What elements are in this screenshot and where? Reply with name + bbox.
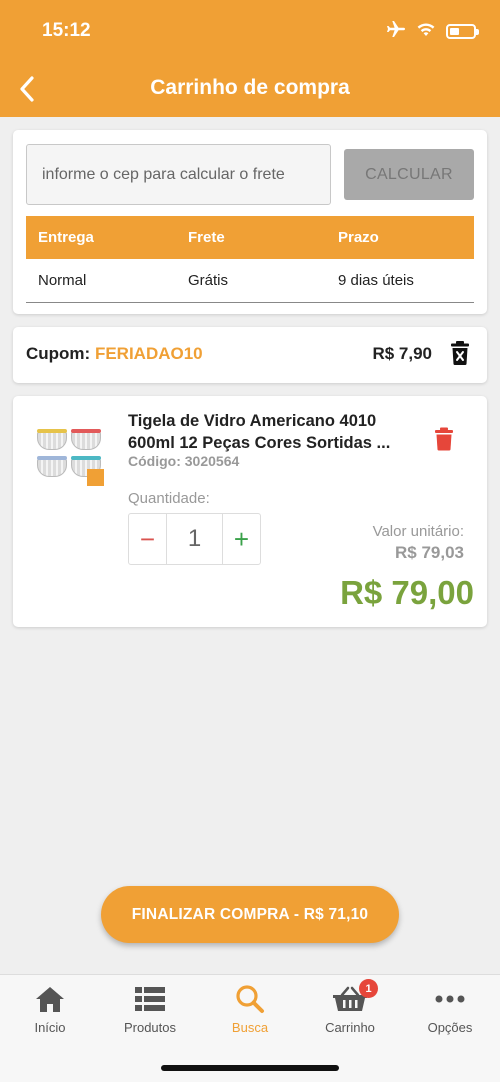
quantity-value[interactable]: 1 [167,514,222,564]
decrease-quantity-button[interactable]: − [129,514,167,564]
tab-carrinho[interactable]: 1 Carrinho [300,979,400,1041]
remove-coupon-button[interactable] [450,340,470,371]
tab-label: Opções [427,1020,473,1035]
wifi-icon [416,21,436,42]
cell-frete: Grátis [188,272,229,289]
airplane-icon [386,20,406,43]
tab-produtos[interactable]: Produtos [100,981,200,1041]
coupon-label-text: Cupom: [26,344,91,363]
more-icon [435,981,465,1017]
quantity-stepper: − 1 + [128,513,261,565]
column-header-entrega: Entrega [38,229,94,246]
home-indicator [161,1065,339,1071]
cart-badge: 1 [359,979,378,998]
unit-price-label: Valor unitário: [372,523,464,540]
tab-opcoes[interactable]: Opções [400,981,500,1041]
remove-item-button[interactable] [434,427,454,456]
product-code: Código: 3020564 [128,453,240,469]
shipping-card: CALCULAR Entrega Frete Prazo Normal Grát… [13,130,487,314]
tab-label: Carrinho [325,1020,375,1035]
cart-item-card: Tigela de Vidro Americano 4010 600ml 12 … [13,396,487,627]
cep-input[interactable] [26,144,331,205]
tab-inicio[interactable]: Início [0,981,100,1041]
tab-label: Busca [231,1020,269,1035]
basket-icon: 1 [332,979,378,1017]
product-name-line1[interactable]: Tigela de Vidro Americano 4010 [128,410,418,432]
page-title: Carrinho de compra [150,76,350,99]
list-icon [135,981,165,1017]
cell-prazo: 9 dias úteis [338,272,414,289]
quantity-label: Quantidade: [128,490,210,507]
checkout-button[interactable]: FINALIZAR COMPRA - R$ 71,10 [101,886,399,943]
coupon-label: Cupom: FERIADAO10 [26,344,203,364]
status-time: 15:12 [42,20,91,41]
calculate-button[interactable]: CALCULAR [344,149,474,200]
tab-label: Início [34,1020,66,1035]
tab-busca[interactable]: Busca [200,981,300,1041]
search-icon [235,981,265,1017]
coupon-card: Cupom: FERIADAO10 R$ 7,90 [13,327,487,383]
coupon-code: FERIADAO10 [94,344,203,363]
product-name-line2[interactable]: 600ml 12 Peças Cores Sortidas ... [128,432,418,454]
tab-label: Produtos [123,1020,177,1035]
status-icons [386,20,479,43]
cell-entrega: Normal [38,272,87,289]
table-row: Normal Grátis 9 dias úteis [26,259,474,303]
column-header-frete: Frete [188,229,225,246]
unit-price: R$ 79,03 [395,543,464,562]
column-header-prazo: Prazo [338,229,379,246]
product-image[interactable] [35,424,107,492]
app-header: 15:12 Carrinho de compra [0,0,500,117]
battery-icon [446,24,479,39]
increase-quantity-button[interactable]: + [222,514,260,564]
shipping-table-header: Entrega Frete Prazo [26,216,474,259]
home-icon [34,981,66,1017]
coupon-value: R$ 7,90 [372,344,432,363]
item-total-price: R$ 79,00 [340,574,474,611]
trash-x-icon [451,341,469,365]
trash-icon [435,427,453,451]
